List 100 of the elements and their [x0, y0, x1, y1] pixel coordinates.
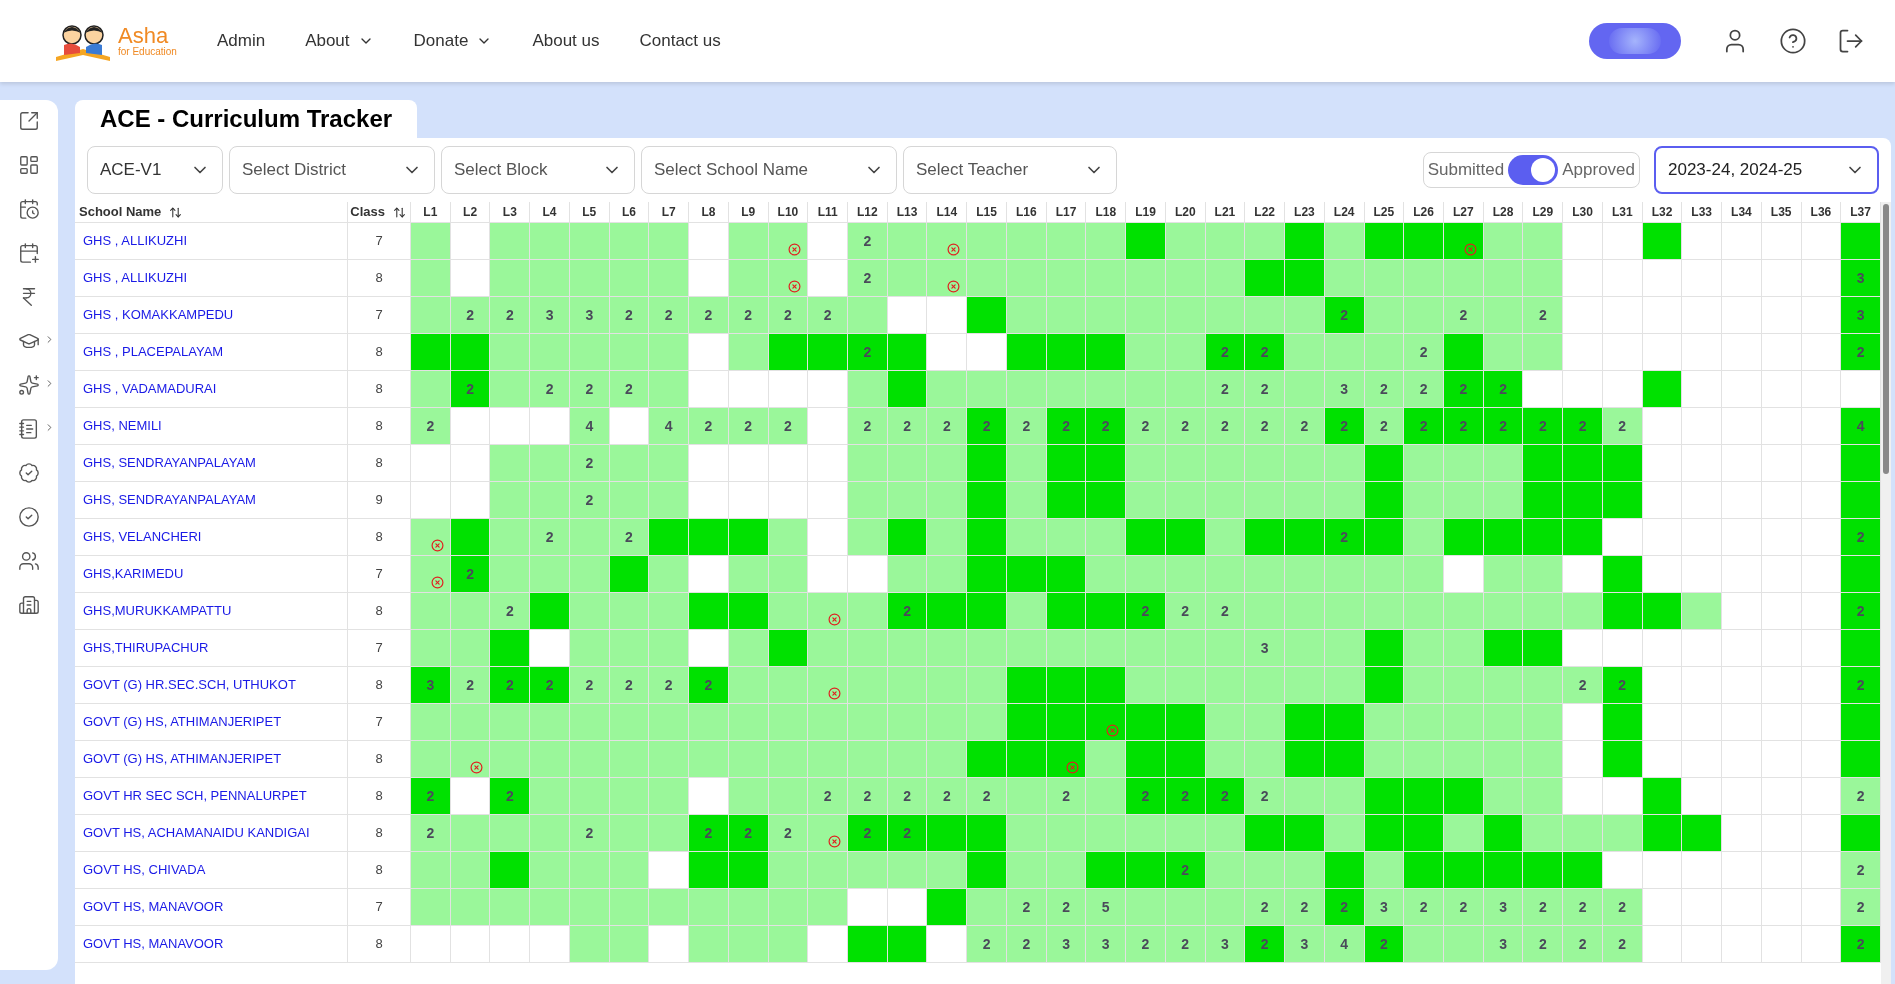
nav-link[interactable]: About us: [532, 28, 600, 54]
lesson-count: 2: [1379, 934, 1388, 954]
school-name-cell[interactable]: GHS , KOMAKKAMPEDU: [75, 297, 348, 334]
lesson-count: 2: [1181, 934, 1190, 954]
lesson-count: 3: [585, 305, 594, 325]
lesson-count: 2: [942, 786, 951, 806]
lesson-count: 2: [1379, 416, 1388, 436]
school-name-cell[interactable]: GHS, SENDRAYANPALAYAM: [75, 482, 348, 519]
school-name-cell[interactable]: GHS , ALLIKUZHI: [75, 223, 348, 260]
school-name-cell[interactable]: GHS, VELANCHERI: [75, 519, 348, 556]
lesson-count: 2: [784, 416, 792, 436]
filter-dropdown[interactable]: ACE-V1: [87, 146, 223, 194]
nav-link[interactable]: Donate: [413, 28, 493, 54]
school-name-cell[interactable]: GHS,KARIMEDU: [75, 556, 348, 593]
lesson-count: 2: [1221, 786, 1229, 806]
column-header: L36: [1801, 202, 1842, 222]
lesson-count: 2: [1419, 379, 1428, 399]
column-header: L11: [808, 202, 848, 222]
school-name-cell[interactable]: GOVT HS, ACHAMANAIDU KANDIGAI: [75, 815, 348, 852]
lesson-count: 2: [1062, 416, 1070, 436]
lesson-count: 2: [744, 305, 753, 325]
filter-dropdown[interactable]: Select School Name: [641, 146, 897, 194]
school-name-cell[interactable]: GOVT HR SEC SCH, PENNALURPET: [75, 778, 348, 815]
filter-dropdown[interactable]: Select District: [229, 146, 435, 194]
lesson-count: 2: [1260, 379, 1269, 399]
lesson-count: 2: [585, 823, 594, 843]
lesson-count: 2: [1459, 897, 1468, 917]
column-header: L3: [490, 202, 531, 222]
lesson-count: 2: [982, 786, 991, 806]
school-name-cell[interactable]: GHS,THIRUPACHUR: [75, 630, 348, 667]
lesson-count: 2: [505, 601, 514, 621]
column-header-label: Class: [350, 203, 385, 222]
school-name-cell[interactable]: GOVT (G) HR.SEC.SCH, UTHUKOT: [75, 667, 348, 704]
school-name-cell[interactable]: GHS,MURUKKAMPATTU: [75, 593, 348, 630]
column-header: L2: [450, 202, 491, 222]
school-name-cell[interactable]: GHS , VADAMADURAI: [75, 371, 348, 408]
nav-link[interactable]: About: [305, 28, 374, 54]
lesson-count: 2: [903, 823, 911, 843]
lesson-count: 2: [982, 934, 991, 954]
school-name-cell[interactable]: GHS, NEMILI: [75, 408, 348, 445]
filter-dropdown[interactable]: Select Teacher: [903, 146, 1117, 194]
lesson-count: 2: [1181, 860, 1190, 880]
column-header: L15: [967, 202, 1007, 222]
lesson-count: 2: [1538, 934, 1547, 954]
school-name-cell[interactable]: GOVT (G) HS, ATHIMANJERIPET: [75, 704, 348, 741]
filter-dropdown[interactable]: Select Block: [441, 146, 635, 194]
lesson-count: 2: [1856, 934, 1865, 954]
column-header-label: School Name: [79, 203, 162, 222]
school-name-cell[interactable]: GOVT HS, MANAVOOR: [75, 889, 348, 926]
lesson-count: 3: [1499, 934, 1507, 954]
year-select[interactable]: 2023-24, 2024-25: [1654, 146, 1879, 194]
status-toggle[interactable]: Submitted Approved: [1422, 152, 1640, 188]
lesson-count: 2: [784, 823, 792, 843]
lesson-count: 2: [1459, 305, 1468, 325]
column-header: L1: [411, 202, 451, 222]
school-name-cell[interactable]: GHS , PLACEPALAYAM: [75, 334, 348, 371]
column-header[interactable]: School Name: [75, 202, 348, 222]
school-name-cell[interactable]: GHS, SENDRAYANPALAYAM: [75, 445, 348, 482]
lesson-count: 3: [545, 305, 554, 325]
lesson-count: 3: [1221, 934, 1229, 954]
lesson-count: 2: [1022, 897, 1031, 917]
column-header: L29: [1523, 202, 1564, 222]
lesson-count: 2: [903, 786, 911, 806]
lesson-count: 2: [1618, 675, 1627, 695]
lesson-count: 2: [625, 527, 633, 547]
lesson-count: 2: [1538, 416, 1547, 436]
lesson-count: 2: [744, 823, 753, 843]
lesson-count: 2: [863, 823, 872, 843]
lesson-count: 2: [1856, 786, 1865, 806]
lesson-count: 2: [625, 675, 633, 695]
lesson-count: 2: [1260, 416, 1269, 436]
lesson-count: 2: [505, 675, 514, 695]
lesson-count: 2: [505, 786, 514, 806]
column-header: L8: [689, 202, 729, 222]
lesson-count: 3: [1300, 934, 1309, 954]
lesson-count: 2: [1856, 897, 1865, 917]
lesson-count: 2: [426, 823, 435, 843]
school-name-cell[interactable]: GOVT (G) HS, ATHIMANJERIPET: [75, 741, 348, 778]
school-name-cell[interactable]: GHS , ALLIKUZHI: [75, 260, 348, 297]
school-name-cell[interactable]: GOVT HS, MANAVOOR: [75, 926, 348, 963]
lesson-count: 2: [863, 342, 872, 362]
column-header: L10: [768, 202, 809, 222]
column-header[interactable]: Class: [348, 202, 411, 222]
lesson-count: 2: [863, 231, 872, 251]
school-name-cell[interactable]: GOVT HS, CHIVADA: [75, 852, 348, 889]
lesson-count: 2: [1181, 786, 1190, 806]
lesson-count: 2: [585, 379, 594, 399]
lesson-count: 3: [1499, 897, 1507, 917]
lesson-count: 2: [744, 416, 753, 436]
lesson-count: 2: [585, 490, 594, 510]
lesson-count: 2: [1260, 934, 1269, 954]
nav-link[interactable]: Admin: [216, 28, 266, 54]
nav-link[interactable]: Contact us: [639, 28, 721, 54]
lesson-count: 2: [1221, 416, 1229, 436]
column-header: L28: [1483, 202, 1524, 222]
lesson-count: 2: [625, 305, 633, 325]
lesson-count: 2: [704, 416, 713, 436]
lesson-count: 2: [1618, 897, 1627, 917]
lesson-count: 3: [1856, 305, 1865, 325]
lesson-count: 2: [823, 786, 832, 806]
